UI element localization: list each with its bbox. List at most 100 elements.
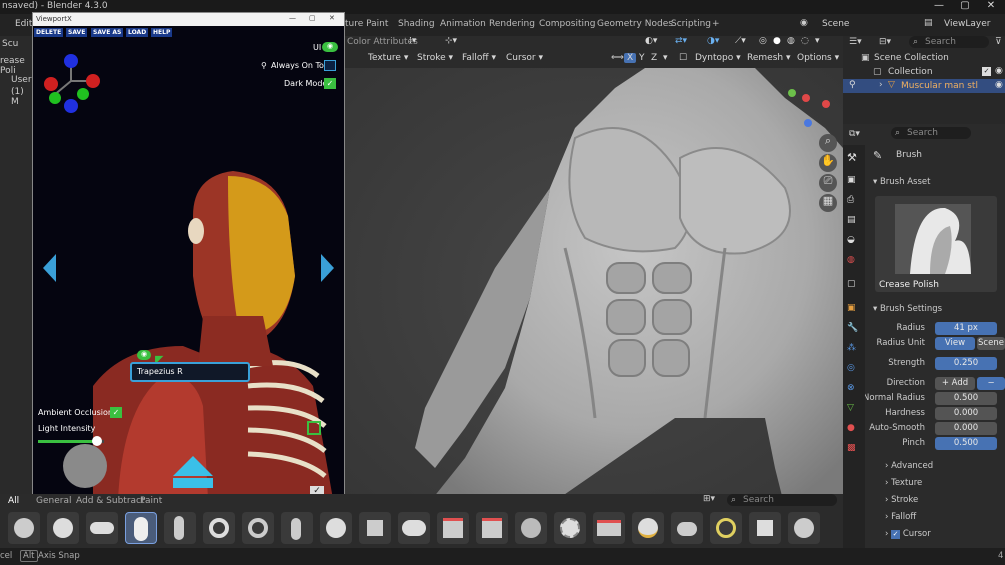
add-workspace-button[interactable]: + (712, 19, 720, 29)
tab-compositing[interactable]: Compositing (539, 19, 595, 29)
brush-asset-section[interactable]: ▾ Brush Asset (873, 177, 930, 187)
minimize-icon[interactable]: — (926, 0, 952, 14)
cursor-checkbox[interactable]: ✓ (891, 530, 901, 539)
brush-thumb-3[interactable] (86, 512, 118, 544)
viewportx-close-icon[interactable]: ✕ (329, 14, 335, 22)
brush-thumb-10[interactable] (359, 512, 391, 544)
zoom-icon[interactable]: ⌕ (819, 134, 837, 152)
constraints-tab-icon[interactable]: ⊗ (847, 383, 861, 397)
shading-options-icon[interactable]: ▾ (815, 36, 820, 46)
tab-all[interactable]: All (8, 496, 19, 506)
tab-paint[interactable]: Paint (140, 496, 162, 506)
axis-x-toggle[interactable]: X (624, 53, 637, 63)
radius-field[interactable]: 41 px (935, 322, 997, 335)
brush-thumb-crease-polish[interactable] (125, 512, 157, 544)
properties-search-input[interactable]: ⌕ Search (891, 127, 971, 139)
outliner-search-input[interactable]: ⌕ Search (909, 36, 989, 48)
view-layer-icon[interactable]: ▤ (924, 18, 933, 28)
hardness-field[interactable]: 0.000 (935, 407, 997, 420)
scene-name[interactable]: Scene (822, 19, 849, 29)
brush-thumb-15[interactable] (554, 512, 586, 544)
falloff-section[interactable]: › Falloff (885, 512, 916, 522)
brush-thumb-16[interactable] (593, 512, 625, 544)
modifier-tab-icon[interactable]: 🔧 (847, 323, 861, 337)
render-tab-icon[interactable]: ▣ (847, 175, 861, 189)
3d-viewport[interactable]: ⌕ ✋ ⎚ ▦ (345, 68, 843, 508)
brush-thumb-1[interactable] (8, 512, 40, 544)
tab-geometry-nodes[interactable]: Geometry Nodes (597, 19, 673, 29)
pinch-field[interactable]: 0.500 (935, 437, 997, 450)
viewportx-maximize-icon[interactable]: ▢ (309, 14, 316, 22)
maximize-icon[interactable]: ▢ (952, 0, 978, 14)
brush-settings-section[interactable]: ▾ Brush Settings (873, 304, 942, 314)
advanced-section[interactable]: › Advanced (885, 461, 933, 471)
sculpt-mode-label[interactable]: Scu (2, 39, 18, 49)
object-tab-icon[interactable]: ▣ (847, 303, 861, 317)
remesh-dropdown[interactable]: Remesh ▾ (747, 53, 790, 63)
gizmo-icon[interactable]: ⇄▾ (675, 36, 687, 46)
cursor-dropdown[interactable]: Cursor ▾ (506, 53, 543, 63)
brush-asset-thumbnail[interactable]: Crease Polish (875, 196, 997, 292)
always-on-top-checkbox[interactable] (324, 60, 336, 71)
overlay-icon[interactable]: ◑▾ (707, 36, 719, 46)
attribute-list-icon[interactable]: ⁞▾ (409, 36, 416, 46)
scene-icon[interactable]: ◉ (800, 18, 808, 28)
load-button[interactable]: LOAD (126, 28, 149, 37)
stroke-section[interactable]: › Stroke (885, 495, 918, 505)
axis-options-icon[interactable]: ▾ (663, 53, 668, 63)
save-button[interactable]: SAVE (66, 28, 88, 37)
viewportx-minimize-icon[interactable]: — (289, 14, 296, 22)
stroke-dropdown[interactable]: Stroke ▾ (417, 53, 453, 63)
direction-add-button[interactable]: + Add (935, 377, 975, 390)
tab-add-subtract[interactable]: Add & Subtract (76, 496, 145, 506)
brush-thumb-11[interactable] (398, 512, 430, 544)
collection-tab-icon[interactable]: ▢ (847, 279, 861, 293)
world-tab-icon[interactable]: ◍ (847, 255, 861, 269)
falloff-dropdown[interactable]: Falloff ▾ (462, 53, 496, 63)
collection-label[interactable]: Collection (888, 67, 933, 77)
brush-thumb-18[interactable] (671, 512, 703, 544)
dyntopo-dropdown[interactable]: Dyntopo ▾ (695, 53, 741, 63)
options-dropdown[interactable]: Options ▾ (797, 53, 839, 63)
outliner-options-icon[interactable]: ⊽ (995, 37, 1002, 47)
close-icon[interactable]: ✕ (978, 0, 1004, 14)
save-as-button[interactable]: SAVE AS (91, 28, 124, 37)
object-visibility-icon[interactable]: ◉ (995, 80, 1003, 90)
outliner-editor-icon[interactable]: ☰▾ (849, 37, 862, 47)
properties-editor-icon[interactable]: ⧉▾ (849, 129, 860, 139)
brush-thumb-5[interactable] (164, 512, 196, 544)
axis-y-toggle[interactable]: Y (639, 53, 645, 63)
auto-smooth-field[interactable]: 0.000 (935, 422, 997, 435)
particles-tab-icon[interactable]: ⁂ (847, 343, 861, 357)
output-tab-icon[interactable]: ⎙ (847, 195, 861, 209)
cursor-section[interactable]: › ✓ Cursor (885, 529, 931, 539)
brush-thumb-12[interactable] (437, 512, 469, 544)
light-intensity-slider[interactable] (38, 436, 104, 446)
direction-subtract-button[interactable]: − Subt (977, 377, 1005, 390)
brush-thumb-2[interactable] (47, 512, 79, 544)
view-options-icon[interactable]: ⊹▾ (445, 36, 457, 46)
view-icon[interactable]: ◐▾ (645, 36, 657, 46)
strength-field[interactable]: 0.250 (935, 357, 997, 370)
scene-collection-label[interactable]: Scene Collection (874, 53, 949, 63)
tab-animation[interactable]: Animation (440, 19, 486, 29)
brush-thumb-14[interactable] (515, 512, 547, 544)
selection-tool-icon[interactable] (307, 421, 321, 435)
normal-radius-field[interactable]: 0.500 (935, 392, 997, 405)
brush-thumb-13[interactable] (476, 512, 508, 544)
brush-thumb-17[interactable] (632, 512, 664, 544)
brush-search-input[interactable]: ⌕ Search (727, 494, 837, 506)
brush-thumb-9[interactable] (320, 512, 352, 544)
brush-thumb-21[interactable] (788, 512, 820, 544)
rendered-shading-icon[interactable]: ◌ (801, 36, 809, 46)
texture-dropdown[interactable]: Texture ▾ (368, 53, 408, 63)
radius-unit-scene-button[interactable]: Scene (977, 337, 1005, 350)
color-attributes-dropdown[interactable]: Color Attributes (347, 37, 418, 47)
menu-edit[interactable]: Edit (15, 19, 32, 29)
tab-texture-paint[interactable]: ture Paint (345, 19, 388, 29)
grid-icon[interactable]: ▦ (819, 194, 837, 212)
symmetry-icon[interactable]: ⟺ (611, 53, 624, 63)
outliner-row-object[interactable]: ⚲ › ▽ Muscular man stl ◉ (843, 79, 1005, 93)
camera-icon[interactable]: ⎚ (819, 174, 837, 192)
tab-shading[interactable]: Shading (398, 19, 435, 29)
